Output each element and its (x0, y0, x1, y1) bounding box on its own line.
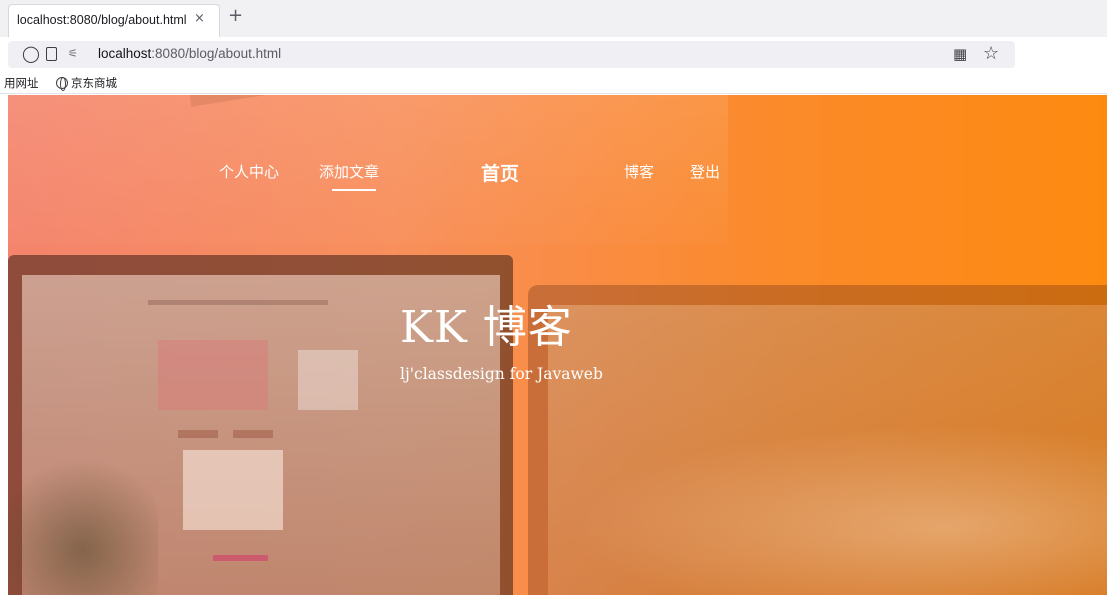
url-host: localhost (98, 46, 152, 61)
background-screen-line (148, 300, 328, 305)
active-nav-underline (332, 189, 376, 191)
background-plant (8, 445, 158, 595)
browser-tab[interactable]: localhost:8080/blog/about.html × (8, 4, 220, 37)
url-bar[interactable]: ◯ ⚟ localhost:8080/blog/about.html ▦ ☆ (8, 41, 1015, 68)
bookmark-label: 京东商城 (71, 76, 117, 90)
hero-title: KK 博客 (400, 302, 573, 353)
nav-personal-center[interactable]: 个人中心 (219, 161, 279, 182)
background-screen-card (158, 340, 268, 410)
url-path: :8080/blog/about.html (151, 46, 282, 61)
qr-code-icon[interactable]: ▦ (953, 45, 967, 63)
browser-nav-bar: ◯ ⚟ localhost:8080/blog/about.html ▦ ☆ (0, 37, 1107, 71)
bookmark-item-jd[interactable]: 京东商城 (56, 75, 117, 91)
bookmarks-bar: 用网址 京东商城 (0, 71, 1107, 94)
background-wave (568, 425, 1107, 595)
background-screen-bar (178, 430, 218, 438)
nav-home[interactable]: 首页 (481, 159, 519, 186)
star-icon[interactable]: ☆ (983, 43, 999, 64)
page-icon[interactable] (46, 47, 57, 61)
hero-banner: 个人中心 添加文章 首页 博客 登出 KK 博客 lj'classdesign … (8, 95, 1107, 595)
globe-icon (56, 77, 68, 91)
hero-subtitle: lj'classdesign for Javaweb (400, 365, 603, 383)
background-screen-card (298, 350, 358, 410)
nav-add-article[interactable]: 添加文章 (319, 161, 379, 182)
shield-icon[interactable]: ◯ (22, 44, 40, 63)
new-tab-icon[interactable]: + (228, 5, 243, 26)
nav-logout[interactable]: 登出 (690, 161, 720, 182)
tab-title: localhost:8080/blog/about.html (17, 13, 187, 27)
background-screen-bar (233, 430, 273, 438)
background-screen-image (183, 450, 283, 530)
nav-blog[interactable]: 博客 (624, 161, 654, 182)
close-tab-icon[interactable]: × (194, 11, 205, 26)
url-text[interactable]: localhost:8080/blog/about.html (98, 46, 281, 61)
background-screen-bar (213, 555, 268, 561)
bookmark-item[interactable]: 用网址 (4, 75, 39, 91)
permissions-icon[interactable]: ⚟ (68, 47, 78, 60)
browser-tab-strip: localhost:8080/blog/about.html × + (0, 0, 1107, 37)
